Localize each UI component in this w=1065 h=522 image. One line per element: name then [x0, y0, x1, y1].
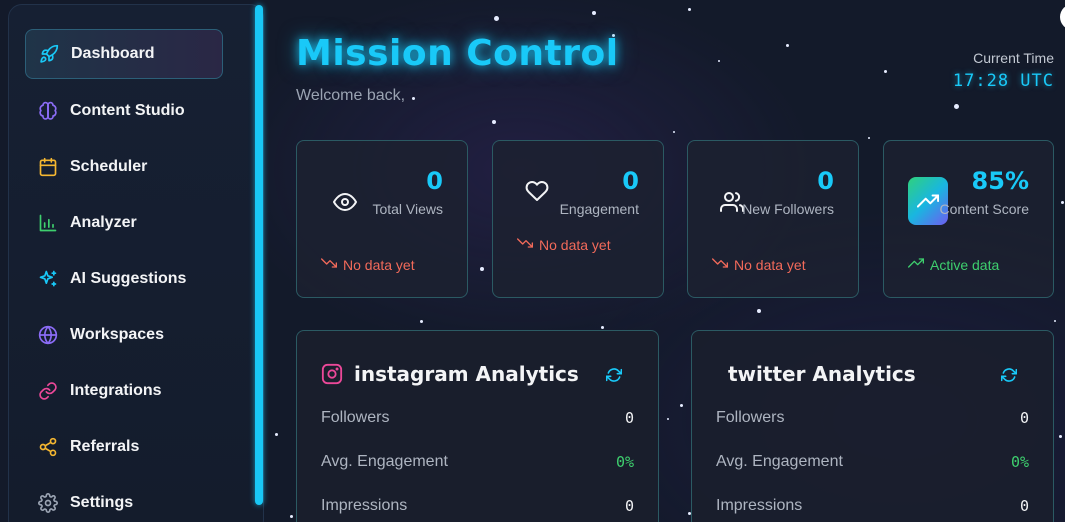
sidebar-item-label: Workspaces [70, 326, 164, 343]
sidebar-item-label: Settings [70, 494, 134, 511]
stat-trend: Active data [908, 255, 999, 274]
metric-label: Followers [321, 409, 390, 426]
welcome-text: Welcome back, [296, 87, 406, 104]
sidebar-item-content-studio[interactable]: Content Studio [25, 86, 223, 136]
sidebar-item-label: Dashboard [71, 45, 155, 62]
sidebar-item-integrations[interactable]: Integrations [25, 366, 223, 416]
metric-value: 0 [624, 497, 634, 515]
sidebar-item-label: Analyzer [70, 214, 137, 231]
stat-card-content-score: 85% Content Score Active data [883, 140, 1054, 298]
metric-label: Avg. Engagement [716, 453, 843, 470]
stat-label: New Followers [742, 201, 834, 217]
stat-label: Total Views [372, 201, 443, 217]
twitter-analytics-panel: twitter Analytics Followers 0 Avg. Engag… [691, 330, 1054, 522]
sidebar-item-workspaces[interactable]: Workspaces [25, 310, 223, 360]
sidebar-item-label: Integrations [70, 382, 162, 399]
instagram-icon [321, 363, 343, 385]
stat-trend-text: Active data [930, 256, 1000, 273]
stat-card-engagement: 0 Engagement No data yet [492, 140, 664, 298]
sidebar-item-scheduler[interactable]: Scheduler [25, 142, 223, 192]
stat-value: 0 [817, 167, 834, 195]
metric-label: Impressions [321, 497, 408, 514]
stat-card-new-followers: 0 New Followers No data yet [687, 140, 859, 298]
stat-label: Content Score [939, 201, 1030, 217]
sidebar-item-referrals[interactable]: Referrals [25, 422, 223, 472]
sidebar-item-label: Scheduler [70, 158, 148, 175]
stat-card-total-views: 0 Total Views No data yet [296, 140, 468, 298]
metric-row-followers: Followers 0 [321, 407, 634, 429]
gear-icon [38, 493, 58, 513]
metric-row-followers: Followers 0 [716, 407, 1029, 429]
refresh-icon[interactable] [605, 367, 623, 383]
sidebar-item-label: Referrals [70, 438, 140, 455]
stat-label: Engagement [559, 201, 639, 217]
user-avatar[interactable] [1060, 4, 1065, 30]
current-time-value: 17:28 UTC [952, 71, 1054, 91]
trending-down-icon [712, 255, 728, 274]
metric-row-impressions: Impressions 0 [716, 495, 1029, 517]
stat-value: 0 [622, 167, 639, 195]
stat-trend: No data yet [321, 255, 415, 274]
metric-row-avg-engagement: Avg. Engagement 0% [716, 451, 1029, 473]
sidebar-item-label: Content Studio [70, 102, 185, 119]
metric-value: 0% [1010, 453, 1029, 471]
instagram-analytics-panel: instagram Analytics Followers 0 Avg. Eng… [296, 330, 659, 522]
panel-title: twitter Analytics [728, 362, 916, 386]
sidebar-item-settings[interactable]: Settings [25, 478, 223, 522]
stat-trend: No data yet [517, 235, 611, 254]
share-icon [38, 437, 58, 457]
sparkles-icon [38, 269, 58, 289]
sidebar-item-ai-suggestions[interactable]: AI Suggestions [25, 254, 223, 304]
metric-row-impressions: Impressions 0 [321, 495, 634, 517]
stat-trend-text: No data yet [734, 256, 806, 273]
refresh-icon[interactable] [1000, 367, 1018, 383]
panel-title: instagram Analytics [354, 362, 579, 386]
globe-icon [38, 325, 58, 345]
metric-value: 0 [1019, 497, 1029, 515]
current-time-label: Current Time [973, 50, 1054, 66]
stat-trend-text: No data yet [343, 256, 415, 273]
trending-down-icon [517, 235, 533, 254]
metric-value: 0% [615, 453, 634, 471]
trending-down-icon [321, 255, 337, 274]
sidebar-item-label: AI Suggestions [70, 270, 187, 287]
metric-value: 0 [624, 409, 634, 427]
link-icon [38, 381, 58, 401]
metric-label: Followers [716, 409, 785, 426]
sidebar-item-analyzer[interactable]: Analyzer [25, 198, 223, 248]
sidebar-scrollbar[interactable] [255, 5, 263, 505]
trending-up-icon [908, 255, 924, 274]
stat-value: 0 [426, 167, 443, 195]
stat-value: 85% [971, 167, 1029, 195]
metric-label: Impressions [716, 497, 803, 514]
stat-trend: No data yet [712, 255, 806, 274]
metric-row-avg-engagement: Avg. Engagement 0% [321, 451, 634, 473]
sidebar-item-dashboard[interactable]: Dashboard [25, 29, 223, 79]
page-title: Mission Control [296, 33, 619, 74]
brain-icon [38, 101, 58, 121]
stat-trend-text: No data yet [539, 236, 611, 253]
rocket-icon [39, 44, 59, 64]
metric-label: Avg. Engagement [321, 453, 448, 470]
metric-value: 0 [1019, 409, 1029, 427]
calendar-icon [38, 157, 58, 177]
bar-chart-icon [38, 213, 58, 233]
